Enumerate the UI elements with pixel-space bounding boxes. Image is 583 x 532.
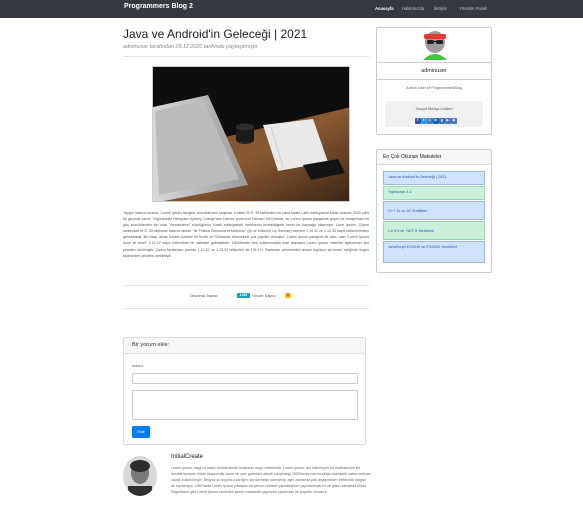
facebook-icon[interactable]: f [415, 118, 421, 124]
social-icons-row: f t ◎ in g ▶ ◉ [415, 118, 457, 124]
author-description: Admin User of ProgrammersBlog [406, 86, 462, 90]
post-stats: Okunma Sayısı: 1205 Yorum Sayısı: 0 [190, 291, 304, 301]
popular-article-item[interactable]: C++ 11 ve 18 Yenilikleri [383, 201, 485, 220]
divider [123, 56, 369, 57]
nav-contact[interactable]: İletişim [434, 6, 447, 11]
add-comment-button[interactable]: Ekle [132, 426, 150, 438]
top-navbar: Programmers Blog 2 Anasayfa Hakkımızda İ… [0, 0, 583, 18]
divider [123, 285, 369, 286]
linkedin-icon[interactable]: in [433, 118, 439, 124]
popular-article-item[interactable]: JavaScript ES2019 ve ES2020 Yenilikleri [383, 241, 485, 263]
nav-admin-panel[interactable]: Yönetim Paneli [459, 6, 487, 11]
post-body-text: Yaygın inancın tersine, Lorem Ipsum rast… [123, 211, 369, 258]
nav-about[interactable]: Hakkımızda [402, 6, 424, 11]
author-profile-card: adminuser Admin User of ProgrammersBlog … [376, 27, 492, 135]
divider [123, 308, 369, 309]
popular-article-item[interactable]: Java ve Android'in Geleceği | 2021 [383, 171, 485, 185]
popular-article-item[interactable]: C# 9.0 ve .NET 5 Yenilikleri [383, 221, 485, 240]
youtube-icon[interactable]: ▶ [445, 118, 451, 124]
post-thumbnail-image [152, 66, 350, 202]
popular-article-item[interactable]: Typescript 4.1 [383, 186, 485, 200]
website-icon[interactable]: ◉ [451, 118, 457, 124]
comment-text: Lorem Ipsum, dizgi ve baskı endüstrisind… [171, 466, 371, 494]
twitter-icon[interactable]: t [421, 118, 427, 124]
social-links-title: Sosyal Medya Linkleri [415, 107, 453, 111]
views-count-badge: 1205 [237, 293, 250, 298]
name-label: Adınız [132, 363, 144, 368]
instagram-icon[interactable]: ◎ [427, 118, 433, 124]
comment-form-card: Bir yorum ekle: Adınız Ekle [123, 337, 366, 445]
divider [377, 62, 491, 63]
commenter-name: InitialCreate [171, 454, 204, 460]
nav-home[interactable]: Anasayfa [375, 6, 394, 11]
post-title: Java ve Android'in Geleceği | 2021 [123, 27, 308, 41]
navbar-brand[interactable]: Programmers Blog 2 [124, 3, 193, 10]
comment-textarea[interactable] [132, 390, 358, 420]
name-input[interactable] [132, 373, 358, 384]
post-meta: adminuser tarafından 29.12.2020 tarihind… [123, 44, 260, 50]
author-avatar [419, 28, 451, 60]
github-icon[interactable]: g [439, 118, 445, 124]
popular-articles-title: En Çok Okunan Makaleler [377, 150, 491, 165]
comments-count-badge: 0 [285, 293, 291, 298]
popular-articles-card: En Çok Okunan Makaleler Java ve Android'… [376, 149, 492, 273]
social-links-box: Sosyal Medya Linkleri f t ◎ in g ▶ ◉ [385, 101, 483, 127]
comments-label: Yorum Sayısı: [252, 293, 277, 298]
divider [377, 79, 491, 80]
comment-form-title: Bir yorum ekle: [124, 338, 365, 354]
commenter-avatar [123, 456, 157, 496]
author-name: adminuser [421, 68, 447, 74]
views-label: Okunma Sayısı: [190, 293, 219, 298]
